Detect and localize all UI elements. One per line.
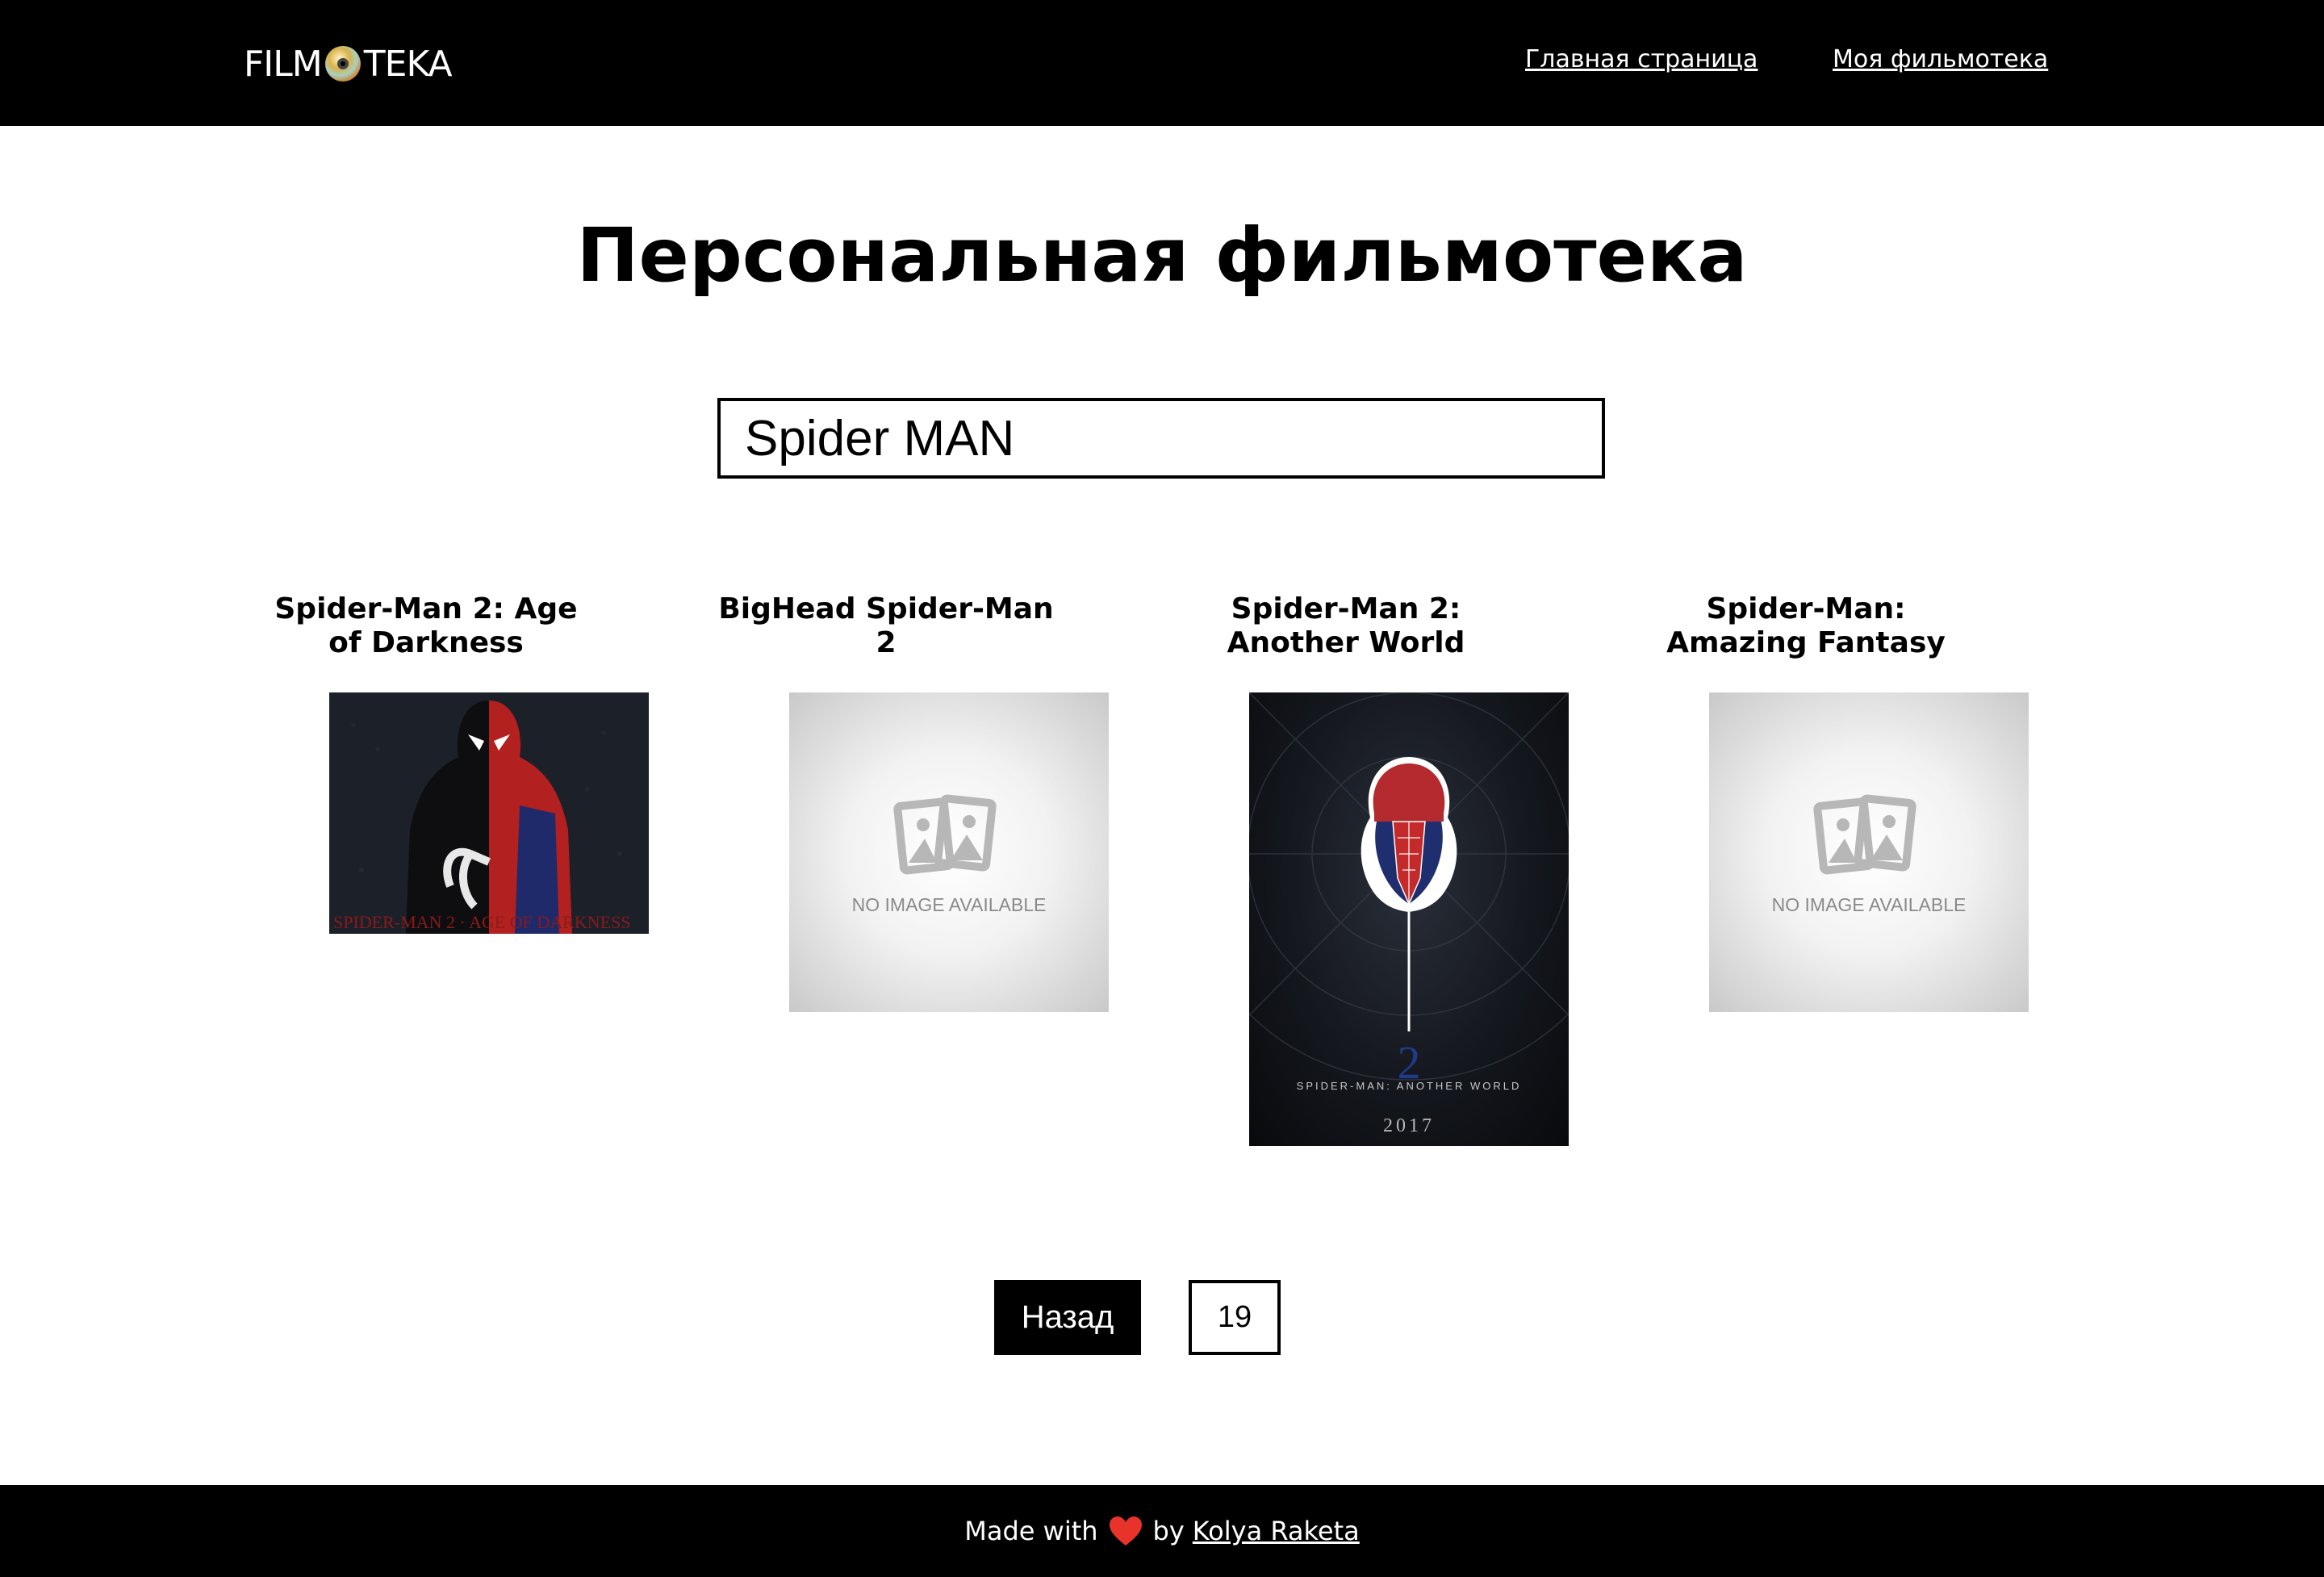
svg-text:SPIDER-MAN 2 · AGE OF DARKNESS: SPIDER-MAN 2 · AGE OF DARKNESS xyxy=(333,912,631,932)
page-number: 19 xyxy=(1189,1280,1281,1355)
footer-made-with: Made with xyxy=(964,1516,1098,1546)
movie-title[interactable]: Spider-Man: Amazing Fantasy xyxy=(1636,592,1975,660)
author-link[interactable]: Kolya Raketa xyxy=(1193,1516,1360,1546)
nav-home-link[interactable]: Главная страница xyxy=(1525,45,1758,73)
movie-card[interactable]: BigHead Spider-Man 2 NO IMAGE AVAILABLE xyxy=(704,592,1109,1012)
site-footer: Made with by Kolya Raketa xyxy=(0,1485,2324,1577)
footer-by: by xyxy=(1152,1516,1185,1546)
no-image-text: NO IMAGE AVAILABLE xyxy=(1771,894,1967,915)
movie-title[interactable]: Spider-Man 2: Age of Darkness xyxy=(257,592,596,660)
disc-icon xyxy=(324,46,361,82)
movie-title[interactable]: BigHead Spider-Man 2 xyxy=(717,592,1055,660)
movie-card[interactable]: Spider-Man 2: Age of Darkness SPIDER-MAN… xyxy=(245,592,649,934)
image-placeholder-icon xyxy=(893,794,997,875)
movie-poster[interactable]: SPIDER-MAN 2 · AGE OF DARKNESS xyxy=(329,692,649,934)
no-image-text: NO IMAGE AVAILABLE xyxy=(851,894,1047,915)
site-header: FILM TEKA Главная страница Моя фильмотек… xyxy=(0,0,2324,126)
page-title: Персональная фильмотека xyxy=(576,212,1748,299)
site-logo[interactable]: FILM TEKA xyxy=(244,40,453,87)
no-image-placeholder[interactable]: NO IMAGE AVAILABLE xyxy=(789,692,1109,1012)
movie-card[interactable]: Spider-Man: Amazing Fantasy NO IMAGE AVA… xyxy=(1624,592,2029,1012)
poster-year: 2017 xyxy=(1383,1115,1435,1136)
no-image-placeholder[interactable]: NO IMAGE AVAILABLE xyxy=(1709,692,2029,1012)
logo-text-left: FILM xyxy=(244,43,323,85)
back-button[interactable]: Назад xyxy=(994,1280,1141,1355)
poster-artwork: 2 SPIDER-MAN: ANOTHER WORLD 2017 xyxy=(1249,692,1569,1136)
movie-card[interactable]: Spider-Man 2: Another World 2 SPIDER-MAN… xyxy=(1164,592,1569,1146)
image-placeholder-icon xyxy=(1813,794,1916,875)
nav-my-library-link[interactable]: Моя фильмотека xyxy=(1833,45,2048,73)
search-input[interactable] xyxy=(717,398,1605,479)
movie-title[interactable]: Spider-Man 2: Another World xyxy=(1177,592,1515,660)
logo-text-right: TEKA xyxy=(363,43,453,85)
movie-poster[interactable]: 2 SPIDER-MAN: ANOTHER WORLD 2017 xyxy=(1249,692,1569,1146)
poster-title-text: SPIDER-MAN: ANOTHER WORLD xyxy=(1297,1080,1522,1092)
heart-icon xyxy=(1109,1516,1142,1546)
